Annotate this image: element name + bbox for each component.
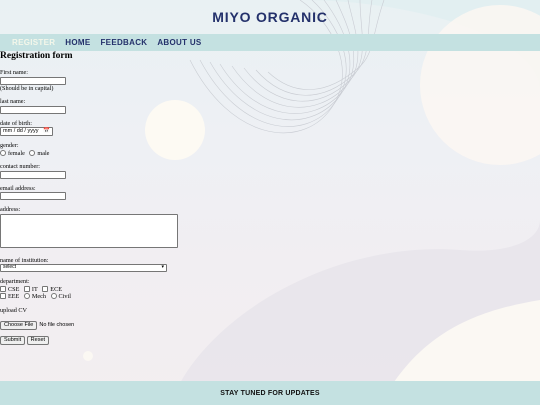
site-title: MIYO ORGANIC	[212, 9, 328, 25]
choose-file-button[interactable]: Choose File	[0, 321, 38, 330]
contact-label: contact number:	[0, 163, 41, 170]
department-options-row-2: EEE Mech Civil	[0, 293, 540, 301]
nav-item-home[interactable]: HOME	[65, 38, 90, 47]
form-title: Registration form	[0, 51, 73, 61]
site-header: MIYO ORGANIC	[0, 0, 540, 34]
address-field[interactable]	[0, 213, 178, 248]
file-status: No file chosen	[39, 321, 75, 328]
dob-field[interactable]: mm / dd / yyyy 📅	[0, 127, 53, 136]
chevron-down-icon: ▾	[161, 264, 164, 271]
institution-select[interactable]: select ▾	[0, 264, 167, 272]
site-footer: STAY TUNED FOR UPDATES	[0, 381, 540, 405]
department-eee-label: EEE	[8, 293, 20, 300]
institution-selected: select	[3, 264, 17, 271]
last-name-field[interactable]	[0, 105, 66, 114]
gender-label: gender:	[0, 142, 19, 149]
department-mech-radio[interactable]	[23, 293, 30, 299]
reset-button[interactable]: Reset	[26, 336, 50, 345]
email-label: email address:	[0, 184, 36, 192]
nav-bar: REGISTER HOME FEEDBACK ABOUT US	[0, 34, 540, 51]
institution-label: name of institution:	[0, 256, 49, 264]
contact-number-field[interactable]	[0, 170, 66, 179]
first-name-label: First name:	[0, 69, 29, 76]
department-options-row-1: CSE IT ECE	[0, 285, 540, 294]
dob-label: date of birth:	[0, 119, 32, 127]
gender-male-radio[interactable]	[29, 149, 36, 156]
department-it-checkbox[interactable]	[23, 285, 30, 292]
first-name-field[interactable]	[0, 76, 66, 85]
email-field[interactable]	[0, 192, 66, 200]
first-name-note: (Should be in capital)	[0, 84, 54, 92]
department-cse-checkbox[interactable]	[0, 285, 6, 292]
department-eee-checkbox[interactable]	[0, 293, 6, 299]
last-name-label: last name:	[0, 98, 26, 105]
department-mech-label: Mech	[31, 293, 46, 300]
registration-form: Registration form First name: (Should be…	[0, 50, 540, 345]
dob-placeholder: mm / dd / yyyy	[3, 127, 39, 134]
department-it-label: IT	[31, 285, 38, 293]
cv-label: upload CV	[0, 306, 27, 314]
department-ece-label: ECE	[50, 285, 62, 293]
cv-upload: Choose File No file chosen	[0, 321, 540, 330]
address-label: address:	[0, 206, 21, 213]
nav-item-register[interactable]: REGISTER	[12, 38, 55, 47]
department-civil-label: Civil	[58, 293, 71, 300]
department-label: department:	[0, 278, 30, 285]
department-ece-checkbox[interactable]	[42, 285, 49, 292]
department-cse-label: CSE	[8, 285, 20, 293]
department-civil-radio[interactable]	[50, 293, 57, 299]
nav-item-feedback[interactable]: FEEDBACK	[101, 38, 148, 47]
submit-button[interactable]: Submit	[0, 336, 26, 345]
form-actions: Submit Reset	[0, 336, 540, 345]
gender-options: female male	[0, 149, 540, 158]
nav-item-about-us[interactable]: ABOUT US	[157, 38, 201, 47]
calendar-icon[interactable]: 📅	[43, 128, 50, 136]
footer-text: STAY TUNED FOR UPDATES	[220, 389, 320, 397]
gender-male-label: male	[37, 149, 50, 157]
gender-female-label: female	[8, 149, 25, 157]
gender-female-radio[interactable]	[0, 149, 6, 156]
